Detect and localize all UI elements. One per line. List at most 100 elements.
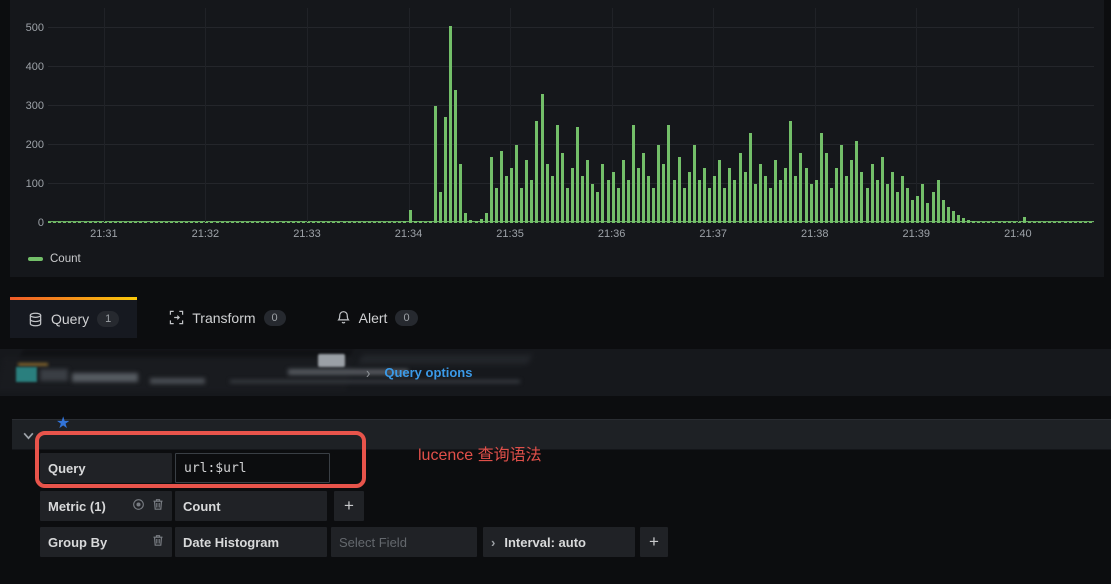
histogram-bar: [368, 222, 371, 224]
tab-query[interactable]: Query 1: [10, 297, 137, 338]
tab-query-label: Query: [51, 311, 89, 327]
histogram-bar: [353, 222, 356, 224]
histogram-bar: [216, 222, 219, 224]
histogram-bar: [78, 222, 81, 224]
plot-area[interactable]: [48, 8, 1094, 223]
histogram-bar: [332, 222, 335, 224]
histogram-bar: [612, 172, 615, 223]
histogram-bar: [586, 160, 589, 223]
tab-transform-label: Transform: [192, 310, 255, 326]
tab-alert[interactable]: Alert 0: [318, 297, 436, 338]
tab-alert-count-badge: 0: [395, 310, 417, 326]
interval-select[interactable]: › Interval: auto: [483, 527, 635, 557]
histogram-bar: [541, 94, 544, 223]
histogram-bar: [449, 26, 452, 223]
histogram-bar: [998, 222, 1001, 224]
tab-transform-count-badge: 0: [264, 310, 286, 326]
histogram-bar: [866, 188, 869, 223]
histogram-bar: [840, 145, 843, 223]
histogram-bar: [1008, 222, 1011, 224]
histogram-bar: [144, 222, 147, 224]
metric-type-select[interactable]: Count: [175, 491, 327, 521]
legend[interactable]: Count: [28, 253, 81, 265]
groupby-type-select[interactable]: Date Histogram: [175, 527, 327, 557]
histogram-bar: [967, 220, 970, 223]
histogram-bar: [520, 188, 523, 223]
eye-icon[interactable]: [132, 498, 145, 514]
histogram-bar: [134, 222, 137, 224]
histogram-bar: [337, 222, 340, 224]
histogram-bar: [815, 180, 818, 223]
query-options-toggle[interactable]: › Query options: [366, 349, 472, 396]
histogram-bar: [896, 192, 899, 223]
histogram-bar: [683, 188, 686, 223]
interval-value: Interval: auto: [504, 535, 586, 550]
histogram-bar: [987, 222, 990, 224]
redacted-datasource-picker[interactable]: [0, 349, 560, 396]
histogram-bar: [627, 180, 630, 223]
histogram-bar: [63, 222, 66, 224]
histogram-bar: [312, 222, 315, 224]
histogram-bar: [926, 203, 929, 223]
histogram-bar: [566, 188, 569, 223]
histogram-bar: [500, 151, 503, 223]
histogram-bar: [607, 180, 610, 223]
histogram-bar: [693, 145, 696, 223]
lucene-query-input[interactable]: url:$url: [175, 453, 330, 483]
chevron-right-icon: ›: [366, 364, 370, 382]
histogram-bar: [647, 176, 650, 223]
histogram-bar: [160, 222, 163, 224]
histogram-bar: [947, 207, 950, 223]
groupby-field-select[interactable]: Select Field: [331, 527, 477, 557]
histogram-bar: [170, 222, 173, 224]
x-tick-label: 21:34: [395, 228, 423, 240]
histogram-bar: [739, 153, 742, 223]
histogram-bar: [73, 222, 76, 224]
histogram-bar: [617, 188, 620, 223]
histogram-bar: [409, 210, 412, 223]
metric-row-label-box[interactable]: Metric (1): [40, 491, 172, 521]
histogram-bar: [236, 222, 239, 224]
metric-type-value: Count: [183, 499, 221, 514]
histogram-bar: [327, 222, 330, 224]
query-input-extra-segment[interactable]: [334, 453, 364, 483]
histogram-bar: [1058, 222, 1061, 224]
histogram-bar: [1038, 222, 1041, 224]
histogram-bar: [698, 180, 701, 223]
histogram-bar: [221, 222, 224, 224]
add-metric-button[interactable]: +: [334, 491, 364, 521]
histogram-bar: [393, 222, 396, 224]
x-tick-label: 21:36: [598, 228, 626, 240]
groupby-row-label-box[interactable]: Group By: [40, 527, 172, 557]
histogram-bar: [292, 222, 295, 224]
trash-icon[interactable]: [152, 534, 164, 550]
query-field-label: Query: [40, 453, 172, 483]
histogram-bar: [424, 222, 427, 224]
histogram-bar: [1064, 222, 1067, 224]
histogram-bar: [419, 221, 422, 223]
transform-icon: [169, 310, 184, 325]
histogram-bar: [297, 222, 300, 224]
gridline: [409, 8, 410, 223]
query-row-header[interactable]: ★: [12, 419, 1111, 450]
editor-tab-bar: Query 1 Transform 0 Alert 0: [10, 297, 436, 338]
add-groupby-button[interactable]: +: [640, 527, 668, 557]
histogram-bar: [505, 176, 508, 223]
histogram-bar: [962, 218, 965, 223]
histogram-bar: [119, 222, 122, 224]
histogram-bar: [403, 221, 406, 223]
histogram-bar: [932, 192, 935, 223]
x-axis: 21:3121:3221:3321:3421:3521:3621:3721:38…: [48, 228, 1094, 244]
histogram-bar: [525, 160, 528, 223]
annotation-text: lucence 查询语法: [418, 441, 542, 465]
legend-series-label[interactable]: Count: [50, 253, 81, 265]
chevron-down-icon[interactable]: [22, 429, 35, 447]
histogram-bar: [733, 180, 736, 223]
tab-transform[interactable]: Transform 0: [151, 297, 303, 338]
histogram-bar: [830, 188, 833, 223]
trash-icon[interactable]: [152, 498, 164, 514]
histogram-bar: [139, 222, 142, 224]
histogram-bar: [876, 180, 879, 223]
gridline: [104, 8, 105, 223]
y-tick-label: 300: [26, 100, 44, 112]
